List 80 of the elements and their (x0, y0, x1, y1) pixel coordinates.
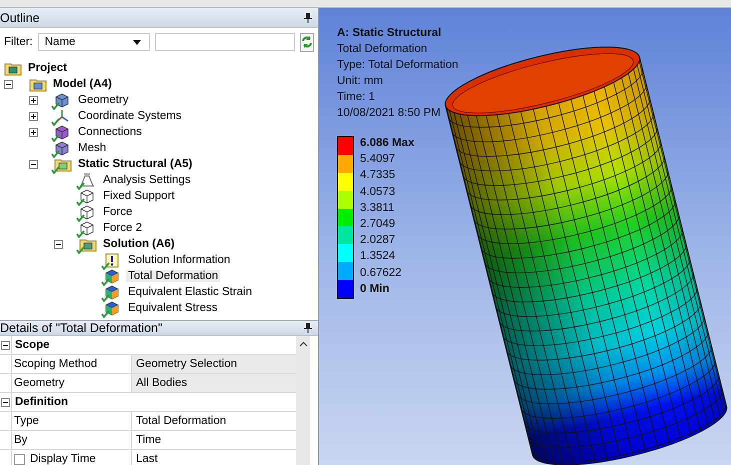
cube-icon (79, 220, 95, 236)
cube-icon (104, 284, 120, 300)
info-icon (104, 252, 120, 268)
legend-value: 1.3524 (360, 249, 396, 264)
tree-item[interactable]: Fixed Support (101, 190, 177, 202)
filter-input[interactable] (155, 33, 295, 51)
legend-value: 0.67622 (360, 266, 403, 281)
folder-icon (54, 156, 72, 172)
panel-title: Details of "Total Deformation" (0, 321, 162, 335)
property-value[interactable]: All Bodies (132, 374, 296, 392)
result-info-line: 10/08/2021 8:50 PM (337, 106, 442, 121)
tree-item[interactable]: Equivalent Elastic Strain (126, 286, 254, 298)
refresh-button[interactable] (300, 32, 314, 52)
section-header: Definition (14, 395, 68, 410)
legend-value: 2.0287 (360, 233, 396, 248)
property-value[interactable]: Total Deformation (132, 412, 296, 430)
collapse-toggle[interactable] (1, 398, 10, 406)
tree-item[interactable]: Equivalent Stress (126, 302, 220, 314)
tree-item[interactable]: Force (101, 206, 134, 218)
tree-item[interactable]: Solution (A6) (101, 238, 177, 250)
folder-icon (29, 76, 47, 92)
section-header: Scope (14, 338, 50, 353)
scrollbar[interactable] (296, 336, 310, 465)
tree-item[interactable]: Model (A4) (51, 78, 114, 90)
tree-item[interactable]: Static Structural (A5) (76, 158, 194, 170)
tree-item[interactable]: Coordinate Systems (76, 110, 184, 122)
result-info-line: Time: 1 (337, 90, 376, 105)
result-info-line: Total Deformation (337, 42, 428, 57)
checkbox[interactable] (14, 454, 25, 464)
result-info-line: Type: Total Deformation (337, 58, 458, 73)
expander-toggle[interactable] (4, 80, 13, 88)
legend-value: 4.0573 (360, 184, 396, 200)
property-label: Display Time (30, 453, 96, 465)
expander-toggle[interactable] (29, 96, 38, 104)
property-label: Type (14, 415, 39, 427)
caret-icon (133, 40, 141, 44)
cube-icon (104, 300, 120, 316)
legend-value: 3.3811 (360, 200, 396, 216)
tree-item[interactable]: Mesh (76, 142, 108, 154)
filter-dropdown[interactable]: Name (38, 33, 150, 51)
legend-value: 5.4097 (360, 152, 396, 168)
chart-icon (79, 172, 95, 188)
result-title: A: Static Structural (337, 26, 442, 41)
collapse-toggle[interactable] (1, 340, 10, 350)
cube-icon (54, 124, 70, 140)
legend-value: 2.7049 (360, 217, 396, 232)
legend-value: 0 Min (360, 282, 390, 297)
tree-item[interactable]: Total Deformation (126, 270, 220, 282)
scroll-up-icon[interactable] (298, 341, 308, 347)
tree-item[interactable]: Project (26, 62, 69, 74)
tree-item[interactable]: Analysis Settings (101, 174, 193, 186)
property-value[interactable]: Last (132, 450, 296, 465)
cube-icon (104, 268, 120, 284)
expander-toggle[interactable] (29, 112, 38, 120)
pin-icon[interactable] (304, 323, 312, 333)
property-label: Scoping Method (14, 358, 98, 370)
tree-item[interactable]: Connections (76, 126, 144, 138)
folder-icon (4, 60, 22, 76)
tree-item[interactable]: Geometry (76, 94, 130, 106)
result-info-line: Unit: mm (337, 74, 384, 89)
expander-toggle[interactable] (29, 128, 38, 136)
property-label: By (14, 434, 28, 446)
property-label: Geometry (14, 377, 64, 389)
folder-icon (79, 236, 97, 252)
panel-title: Outline (0, 10, 40, 24)
tree-item[interactable]: Solution Information (126, 254, 232, 266)
filter-label: Filter: (4, 36, 33, 48)
axes-icon (54, 108, 70, 124)
cube-icon (79, 188, 95, 204)
tree-item[interactable]: Force 2 (101, 222, 144, 234)
cube-icon (79, 204, 95, 220)
property-value[interactable]: Geometry Selection (132, 355, 296, 373)
cube-icon (54, 92, 70, 108)
expander-toggle[interactable] (54, 240, 63, 248)
property-value[interactable]: Time (132, 431, 296, 449)
expander-toggle[interactable] (29, 160, 38, 168)
cube-icon (54, 140, 70, 156)
legend-value: 6.086 Max (360, 136, 414, 151)
pin-icon[interactable] (304, 12, 312, 22)
legend-value: 4.7335 (360, 168, 396, 184)
